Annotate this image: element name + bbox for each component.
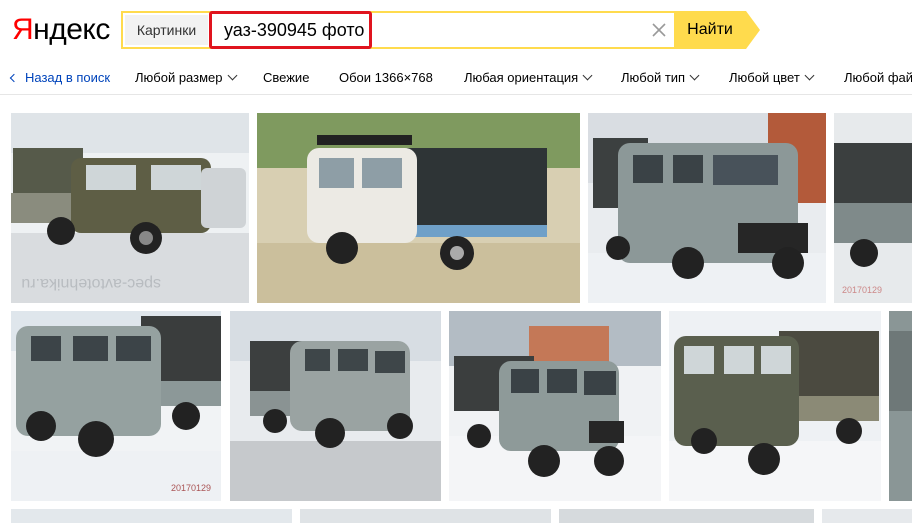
filter-type-label: Любой тип [621,70,686,85]
image-result[interactable] [230,311,441,501]
service-tab-images[interactable]: Картинки [125,15,208,45]
van-photo: 20170129 [11,311,221,501]
search-submit-button[interactable]: Найти [674,11,746,49]
filter-size[interactable]: Любой размер [135,62,237,94]
van-photo [588,113,826,303]
image-result[interactable] [257,113,580,303]
filter-wallpaper[interactable]: Обои 1366×768 [339,62,433,94]
van-photo [822,509,912,523]
search-button-arrow [746,11,760,49]
van-photo [230,311,441,501]
date-stamp: 20170129 [842,285,882,295]
van-photo [300,509,551,523]
filter-color[interactable]: Любой цвет [729,62,815,94]
image-result[interactable]: spec-avtotehnika.ru [11,113,249,303]
filter-fresh-label: Свежие [263,70,310,85]
chevron-down-icon [804,70,815,81]
filter-orientation-label: Любая ориентация [464,70,579,85]
van-photo: 20170129 [834,113,912,303]
image-result[interactable] [669,311,881,501]
image-result[interactable] [559,509,814,523]
image-result[interactable]: 20170129 [11,311,221,501]
filter-fresh[interactable]: Свежие [263,62,309,94]
watermark-text: spec-avtotehnika.ru [21,275,161,292]
back-to-search-link[interactable]: Назад в поиск [9,62,111,94]
van-photo: spec-avtotehnika.ru [11,113,249,303]
image-result[interactable]: 20170129 [834,113,912,303]
image-result[interactable] [449,311,661,501]
van-photo [257,113,580,303]
image-result[interactable] [11,509,292,523]
filter-file-label: Любой фай [844,70,912,85]
date-stamp: 20170129 [171,483,211,493]
image-result[interactable] [889,311,912,501]
query-highlight-box [209,11,372,49]
filter-orientation[interactable]: Любая ориентация [464,62,593,94]
yandex-logo[interactable]: Яндекс [12,13,110,47]
van-photo [669,311,881,501]
search-box[interactable]: Картинки уаз-390945 фото [121,11,678,49]
logo-rest: ндекс [33,13,110,46]
van-photo [559,509,814,523]
filter-size-label: Любой размер [135,70,223,85]
image-result[interactable] [300,509,551,523]
filter-color-label: Любой цвет [729,70,800,85]
logo-first-letter: Я [12,13,34,46]
image-result[interactable] [822,509,912,523]
filter-file[interactable]: Любой фай [844,62,912,94]
filter-type[interactable]: Любой тип [621,62,700,94]
filter-wallpaper-label: Обои 1366×768 [339,70,433,85]
van-photo [11,509,292,523]
chevron-down-icon [689,70,700,81]
chevron-down-icon [582,70,593,81]
chevron-down-icon [227,70,237,81]
clear-icon[interactable] [650,21,668,39]
van-photo [449,311,661,501]
filter-bar: Назад в поиск Любой размер Свежие Обои 1… [0,62,912,95]
back-to-search-label: Назад в поиск [25,70,111,85]
van-photo [889,311,912,501]
header: Яндекс Картинки уаз-390945 фото Найти [0,0,912,62]
chevron-left-icon [9,73,19,83]
search-form: Картинки уаз-390945 фото Найти [121,11,761,49]
image-result[interactable] [588,113,826,303]
